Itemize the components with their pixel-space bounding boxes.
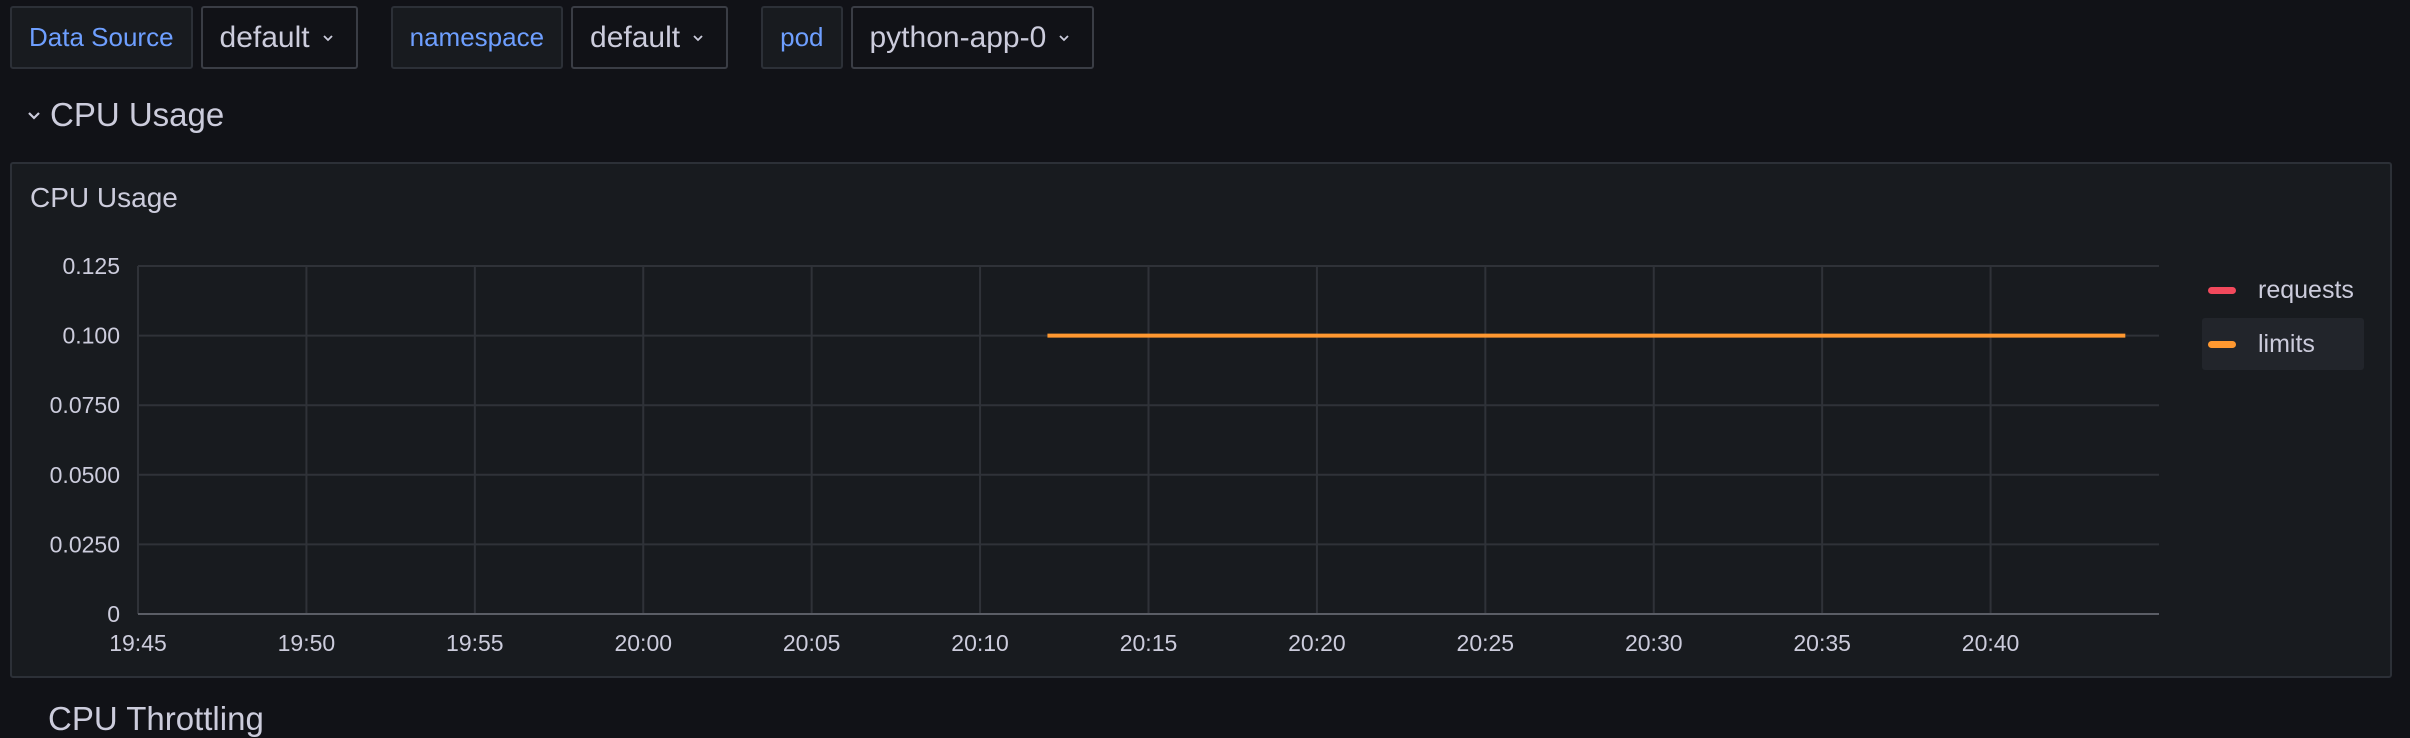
- variable-label-namespace: namespace: [390, 6, 564, 69]
- x-tick-label: 19:50: [278, 630, 336, 656]
- y-tick-label: 0.125: [62, 253, 120, 279]
- chevron-down-icon: [693, 34, 703, 41]
- row-header-cpu-usage[interactable]: CPU Usage: [26, 96, 224, 134]
- x-tick-label: 19:55: [446, 630, 504, 656]
- chevron-down-icon: [322, 34, 333, 41]
- x-tick-label: 20:25: [1457, 630, 1515, 656]
- legend-label-requests: requests: [2258, 275, 2354, 304]
- chevron-down-icon: [1059, 34, 1069, 41]
- x-tick-label: 19:45: [109, 630, 167, 656]
- x-tick-label: 20:35: [1793, 630, 1851, 656]
- y-tick-label: 0.0500: [50, 462, 120, 488]
- y-tick-label: 0.0750: [50, 392, 120, 418]
- x-tick-label: 20:10: [951, 630, 1009, 656]
- chevron-down-icon: [28, 112, 40, 120]
- x-tick-label: 20:30: [1625, 630, 1683, 656]
- x-tick-label: 20:40: [1962, 630, 2020, 656]
- y-tick-label: 0.0250: [50, 531, 120, 557]
- variable-label-pod: pod: [761, 6, 843, 69]
- namespace-select-value: default: [590, 20, 681, 54]
- legend-item-limits[interactable]: limits: [2202, 318, 2364, 370]
- x-tick-label: 20:20: [1288, 630, 1346, 656]
- datasource-select-value: default: [219, 20, 310, 54]
- row-title: CPU Usage: [50, 96, 225, 133]
- variable-label-datasource: Data Source: [10, 6, 193, 69]
- row-header-cpu-throttling[interactable]: CPU Throttling: [48, 700, 264, 738]
- panel-cpu-usage[interactable]: CPU Usage 0 0.0250 0.0500 0.0750 0.100 0.125 1…: [10, 162, 2392, 678]
- legend-item-requests[interactable]: requests: [2202, 264, 2364, 316]
- variable-pod: pod python-app-0: [761, 6, 1095, 69]
- legend-swatch-requests: [2208, 286, 2236, 294]
- pod-select-value: python-app-0: [869, 20, 1047, 54]
- datasource-select[interactable]: default: [200, 6, 358, 69]
- variable-namespace: namespace default: [390, 6, 729, 69]
- chart-legend: requests limits: [2202, 264, 2364, 372]
- y-tick-label: 0: [107, 601, 120, 627]
- x-tick-label: 20:15: [1120, 630, 1178, 656]
- x-tick-label: 20:05: [783, 630, 841, 656]
- legend-swatch-limits: [2208, 340, 2236, 348]
- dashboard-variables-bar: Data Source default namespace default po…: [10, 6, 1127, 69]
- x-tick-label: 20:00: [614, 630, 672, 656]
- variable-datasource: Data Source default: [10, 6, 358, 69]
- namespace-select[interactable]: default: [571, 6, 729, 69]
- pod-select[interactable]: python-app-0: [850, 6, 1095, 69]
- cpu-usage-chart: 0 0.0250 0.0500 0.0750 0.100 0.125 19:45 19:50 1…: [50, 253, 2159, 656]
- y-tick-label: 0.100: [62, 323, 120, 349]
- legend-label-limits: limits: [2258, 329, 2315, 358]
